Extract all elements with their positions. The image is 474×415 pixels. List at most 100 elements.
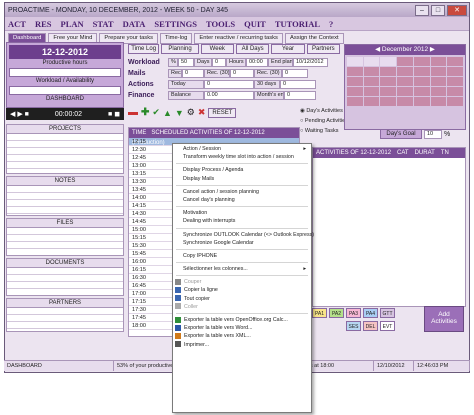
maximize-button[interactable]: □ <box>431 4 445 16</box>
stop-icon[interactable]: ■ ◼ <box>108 110 120 118</box>
menu-res[interactable]: RES <box>35 19 52 29</box>
context-menu-item[interactable]: Transform weekly time slot into action /… <box>173 153 311 161</box>
calendar-day-cell[interactable] <box>380 87 397 96</box>
calendar-day-cell[interactable] <box>347 67 363 76</box>
days-goal-label[interactable]: Day's Goal <box>380 129 422 139</box>
context-menu-item[interactable]: Copy IPHONE <box>173 252 311 260</box>
calendar-day-cell[interactable] <box>347 57 363 66</box>
calendar-day-cell[interactable] <box>413 97 430 106</box>
move-down-icon[interactable]: ▼ <box>175 108 184 118</box>
pa4-button[interactable]: PA4 <box>363 308 378 318</box>
context-menu-item[interactable]: Synchronize Google Calendar <box>173 239 311 247</box>
calendar-day-cell[interactable] <box>413 57 430 66</box>
calendar-day-cell[interactable] <box>380 67 397 76</box>
files-header[interactable]: FILES <box>7 219 123 228</box>
calendar-day-cell[interactable] <box>347 77 363 86</box>
menu-data[interactable]: DATA <box>123 19 146 29</box>
calendar-day-cell[interactable] <box>363 57 380 66</box>
calendar-day-cell[interactable] <box>430 67 447 76</box>
play-icon[interactable]: ◀ ▶ ■ <box>10 110 29 118</box>
days-goal-value[interactable]: 10 <box>424 129 442 139</box>
calendar-day-cell[interactable] <box>430 97 447 106</box>
calendar-day-cell[interactable] <box>397 77 413 86</box>
calendar-day-cell[interactable] <box>363 77 380 86</box>
reset-button[interactable]: RESET <box>208 107 237 118</box>
calendar-day-cell[interactable] <box>347 97 363 106</box>
calendar-day-cell[interactable] <box>413 77 430 86</box>
menu-plan[interactable]: PLAN <box>61 19 84 29</box>
calendar-day-cell[interactable] <box>447 97 463 106</box>
year-button[interactable]: Year <box>271 44 305 54</box>
context-menu-item[interactable]: Exporter la table vers OpenOffice.org Ca… <box>173 316 311 324</box>
duration-column[interactable]: DURAT <box>415 148 435 158</box>
menu-tools[interactable]: TOOLS <box>206 19 235 29</box>
menu-quit[interactable]: QUIT <box>244 19 266 29</box>
calendar-day-cell[interactable] <box>397 87 413 96</box>
notes-header[interactable]: NOTES <box>7 177 123 186</box>
end-plan-value[interactable]: 10/12/2012 <box>293 58 328 67</box>
context-menu-item[interactable]: Synchronize OUTLOOK Calendar (<> Outlook… <box>173 231 314 239</box>
partners-header[interactable]: PARTNERS <box>7 299 123 308</box>
projects-header[interactable]: PROJECTS <box>7 125 123 134</box>
calendar-day-cell[interactable] <box>447 67 463 76</box>
tab-reactive-tasks[interactable]: Enter reactive / recurring tasks <box>194 33 283 44</box>
all-days-button[interactable]: All Days <box>235 44 270 54</box>
calendar-day-cell[interactable] <box>397 97 413 106</box>
calendar-day-cell[interactable] <box>447 87 463 96</box>
menu-tutorial[interactable]: TUTORIAL <box>275 19 320 29</box>
radio-pending-activities[interactable]: ○ Pending Activities <box>300 116 348 126</box>
context-menu-item[interactable]: Dealing with interrupts <box>173 217 311 225</box>
context-menu-item[interactable]: Exporter la table vers Word... <box>173 324 311 332</box>
calendar-day-cell[interactable] <box>430 77 447 86</box>
calendar-day-cell[interactable] <box>430 87 447 96</box>
radio-days-activities[interactable]: ◉ Day's Activities <box>300 106 348 116</box>
context-menu-item[interactable]: Motivation <box>173 209 311 217</box>
settings-icon[interactable]: ⚙ <box>187 107 195 118</box>
evt-button[interactable]: EVT <box>380 321 395 331</box>
add-icon[interactable]: ✚ <box>141 107 149 118</box>
calendar-day-cell[interactable] <box>363 87 380 96</box>
calendar-day-cell[interactable] <box>447 77 463 86</box>
calendar-day-cell[interactable] <box>363 97 380 106</box>
context-menu-item[interactable]: Action / Session ▸ <box>173 145 311 153</box>
calendar-day-cell[interactable] <box>430 57 447 66</box>
calendar-day-cell[interactable] <box>447 57 463 66</box>
move-up-icon[interactable]: ▲ <box>163 108 172 118</box>
workload-days-value[interactable]: 0 <box>212 58 226 67</box>
calendar-day-cell[interactable] <box>380 77 397 86</box>
accept-icon[interactable]: ✔ <box>152 107 160 118</box>
calendar-day-cell[interactable] <box>380 97 397 106</box>
menu-stat[interactable]: STAT <box>93 19 114 29</box>
context-menu-item[interactable]: Imprimer... <box>173 341 311 349</box>
workload-pct-value[interactable]: 50 <box>178 58 194 67</box>
documents-header[interactable]: DOCUMENTS <box>7 259 123 268</box>
partners-button[interactable]: Partners <box>306 44 340 54</box>
menu-settings[interactable]: SETTINGS <box>154 19 197 29</box>
context-menu-item[interactable]: Copier la ligne <box>173 286 311 294</box>
calendar-day-cell[interactable] <box>397 67 413 76</box>
context-menu-item[interactable]: Display Process / Agenda <box>173 166 311 174</box>
remove-icon[interactable]: ▬ <box>128 107 138 118</box>
planning-button[interactable]: Planning <box>161 44 199 54</box>
calendar-day-cell[interactable] <box>413 87 430 96</box>
menu-help[interactable]: ? <box>329 19 333 29</box>
context-menu-item[interactable]: Cancel action / session planning <box>173 188 311 196</box>
pa3-button[interactable]: PA3 <box>346 308 361 318</box>
time-log-button[interactable]: Time Log <box>128 44 160 54</box>
tn-column[interactable]: TN <box>441 148 449 158</box>
calendar-day-cell[interactable] <box>380 57 397 66</box>
tab-assign-context[interactable]: Assign the Context <box>284 33 344 44</box>
add-activities-button[interactable]: Add Activities <box>424 306 464 332</box>
context-menu-item[interactable]: Tout copier <box>173 295 311 303</box>
calendar-day-cell[interactable] <box>397 57 413 66</box>
calendar-day-cell[interactable] <box>347 87 363 96</box>
del-button[interactable]: DEL <box>363 321 378 331</box>
delete-icon[interactable]: ✖ <box>198 107 206 118</box>
gtt-button[interactable]: GTT <box>380 308 395 318</box>
ses-button[interactable]: SES <box>346 321 361 331</box>
context-menu-item[interactable]: Display Mails <box>173 175 311 183</box>
cat-column[interactable]: CAT <box>397 148 409 158</box>
minimize-button[interactable]: – <box>415 4 429 16</box>
pa1-button[interactable]: PA1 <box>312 308 327 318</box>
calendar-day-cell[interactable] <box>363 67 380 76</box>
